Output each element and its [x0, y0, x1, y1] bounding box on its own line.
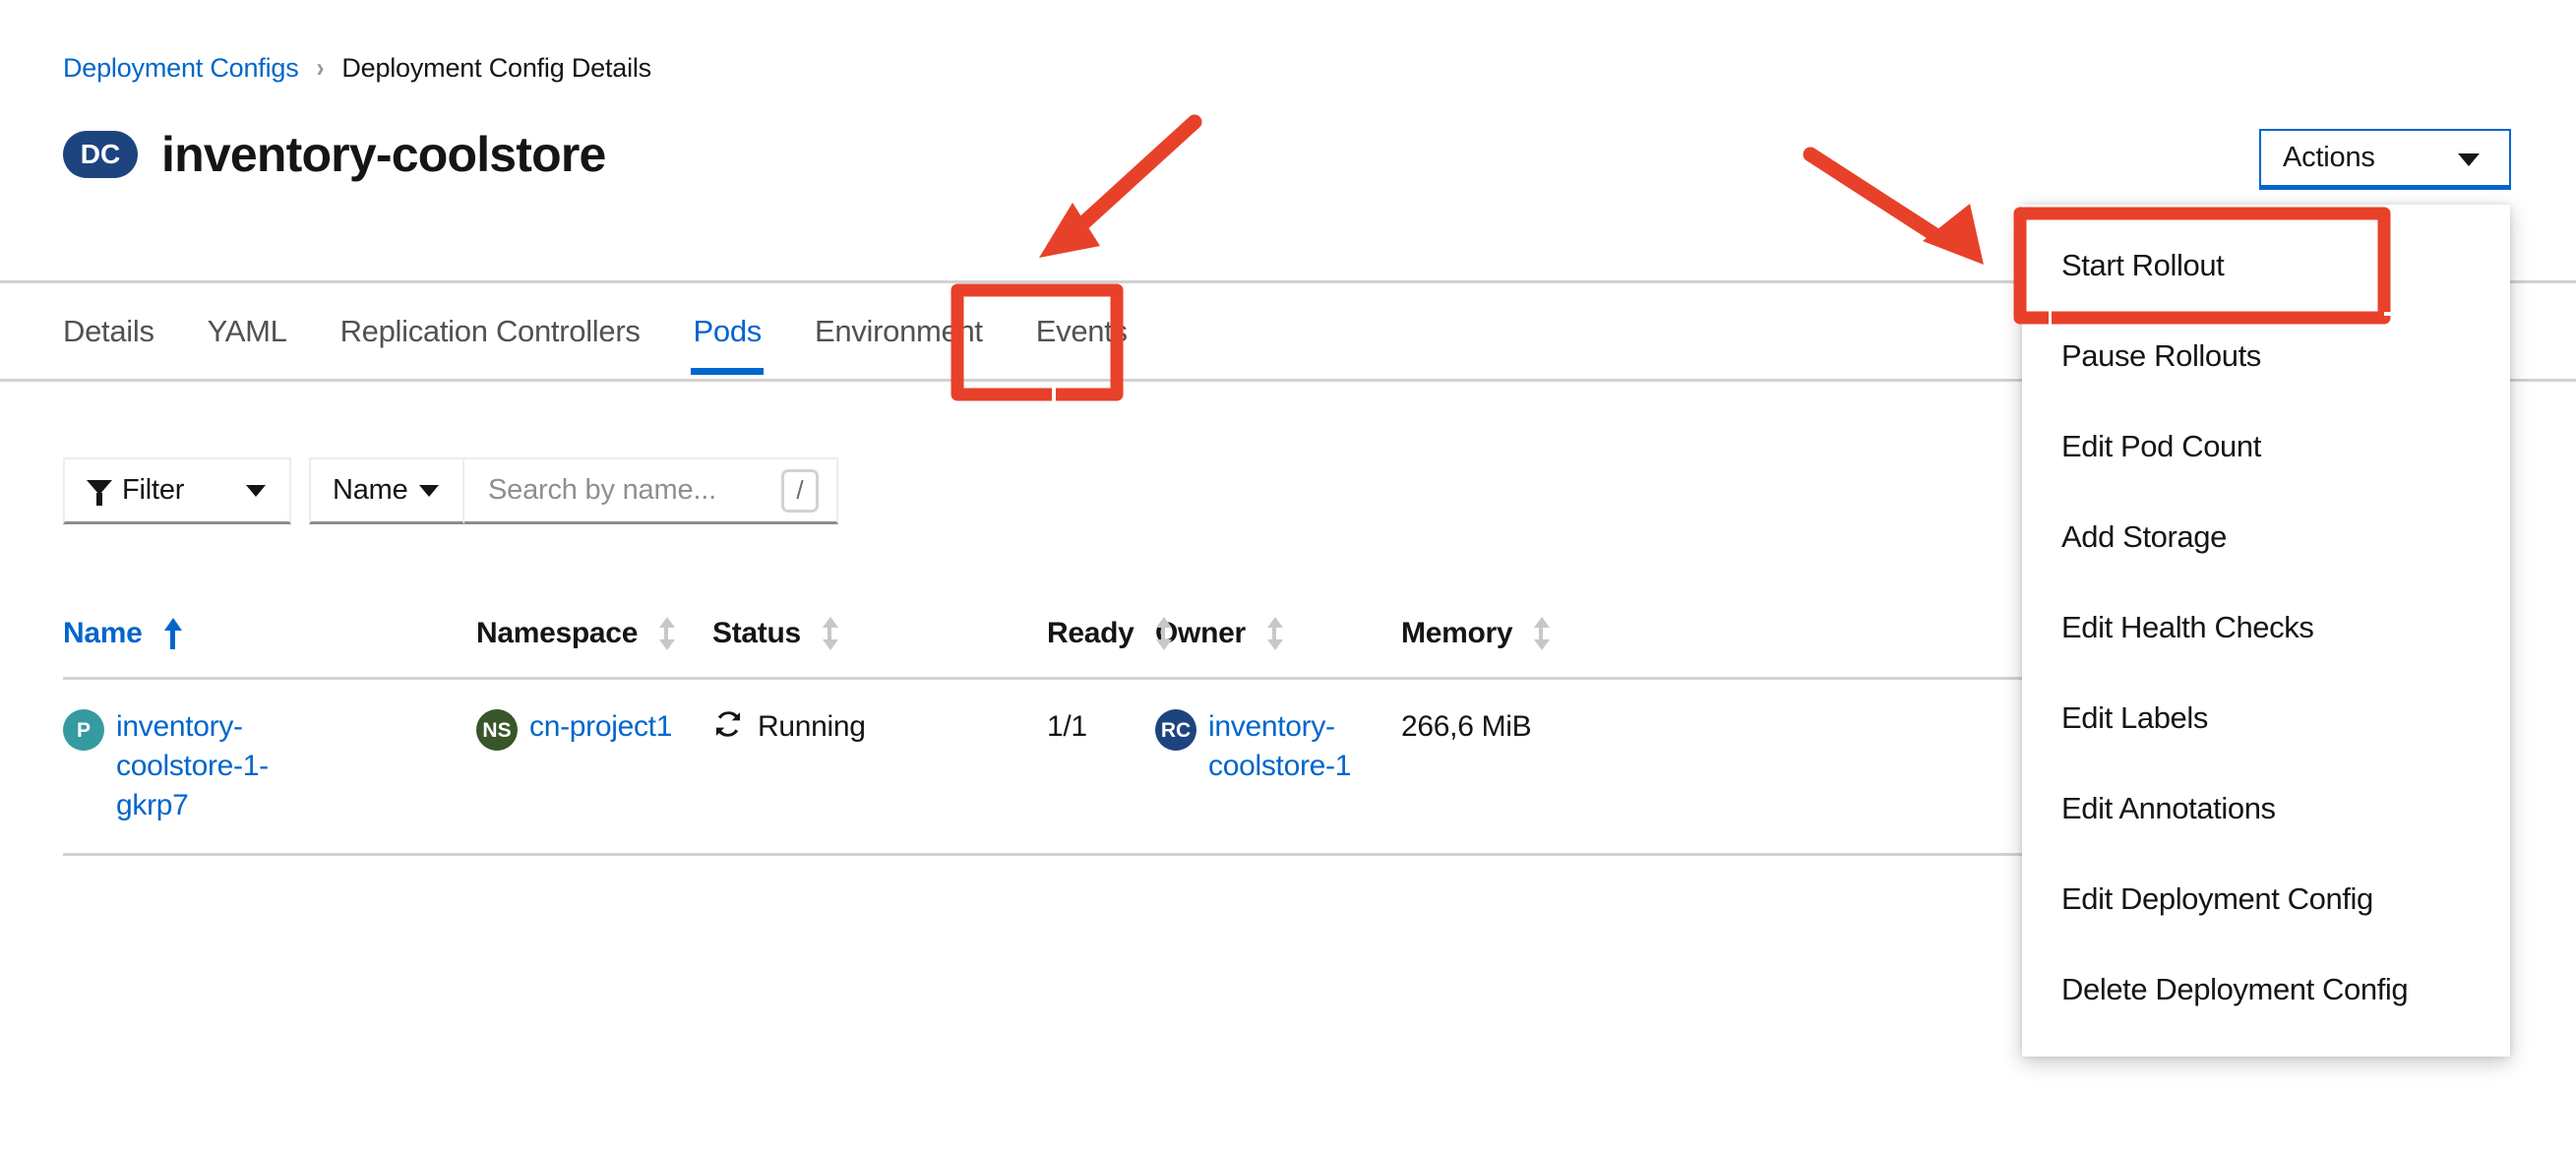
tab-environment[interactable]: Environment — [788, 283, 1010, 379]
menu-item-pause-rollouts[interactable]: Pause Rollouts — [2022, 311, 2510, 401]
actions-button[interactable]: Actions — [2259, 129, 2511, 190]
annotation-arrow-to-pods-tab — [1039, 114, 1202, 258]
owner-link[interactable]: inventory-coolstore-1 — [1208, 707, 1374, 786]
tab-label: YAML — [207, 313, 287, 348]
column-header-label: Ready — [1047, 617, 1135, 649]
tab-label: Events — [1035, 313, 1128, 348]
breadcrumb: Deployment Configs › Deployment Config D… — [63, 52, 651, 84]
sort-icon — [659, 617, 676, 650]
pod-badge: P — [63, 709, 104, 751]
column-header-namespace[interactable]: Namespace — [476, 617, 712, 650]
sort-icon — [822, 617, 838, 650]
column-header-memory[interactable]: Memory — [1401, 617, 1696, 650]
chevron-down-icon — [2458, 152, 2480, 166]
table-header-row: Name Namespace Status Ready Owner Memory — [63, 590, 2188, 680]
actions-dropdown-menu: Start Rollout Pause Rollouts Edit Pod Co… — [2022, 205, 2510, 1057]
namespace-badge: NS — [476, 709, 518, 751]
search-attribute-label: Name — [333, 474, 408, 506]
cell-memory: 266,6 MiB — [1401, 710, 1532, 743]
breadcrumb-separator-icon: › — [316, 52, 325, 84]
status-label: Running — [758, 710, 866, 743]
column-header-owner[interactable]: Owner — [1155, 617, 1401, 650]
cell-status: Running — [712, 707, 1047, 747]
pods-table: Name Namespace Status Ready Owner Memory — [63, 590, 2188, 856]
sort-ascending-icon — [163, 617, 182, 650]
breadcrumb-link-deployment-configs[interactable]: Deployment Configs — [63, 53, 299, 84]
menu-item-add-storage[interactable]: Add Storage — [2022, 492, 2510, 582]
chevron-down-icon — [419, 484, 439, 497]
sync-icon — [712, 708, 744, 740]
sort-icon — [1155, 617, 1172, 650]
chevron-down-icon — [246, 484, 266, 497]
menu-item-edit-deployment-config[interactable]: Edit Deployment Config — [2022, 854, 2510, 944]
list-toolbar: Filter Name / — [63, 457, 838, 524]
breadcrumb-current: Deployment Config Details — [341, 53, 651, 83]
column-header-ready[interactable]: Ready — [1047, 617, 1172, 650]
tab-replication-controllers[interactable]: Replication Controllers — [314, 283, 667, 379]
cell-ready: 1/1 — [1047, 710, 1087, 743]
replication-controller-badge: RC — [1155, 709, 1196, 751]
search-field-wrapper: / — [464, 457, 838, 524]
column-header-name[interactable]: Name — [63, 617, 476, 650]
menu-item-edit-health-checks[interactable]: Edit Health Checks — [2022, 582, 2510, 673]
table-row: P inventory-coolstore-1-gkrp7 NS cn-proj… — [63, 680, 2188, 856]
search-shortcut-badge[interactable]: / — [781, 468, 819, 513]
menu-item-edit-pod-count[interactable]: Edit Pod Count — [2022, 401, 2510, 492]
page-header: DC inventory-coolstore — [63, 126, 606, 183]
funnel-icon — [87, 478, 112, 506]
page-title: inventory-coolstore — [161, 127, 606, 182]
column-header-label: Name — [63, 617, 143, 649]
tab-label: Environment — [815, 313, 983, 348]
search-attribute-dropdown[interactable]: Name — [309, 457, 464, 524]
sort-icon — [1534, 617, 1551, 650]
menu-item-start-rollout[interactable]: Start Rollout — [2022, 220, 2510, 311]
namespace-link[interactable]: cn-project1 — [529, 707, 672, 747]
actions-button-label: Actions — [2283, 142, 2375, 173]
column-header-label: Namespace — [476, 617, 639, 649]
menu-item-edit-labels[interactable]: Edit Labels — [2022, 673, 2510, 763]
cell-name: P inventory-coolstore-1-gkrp7 — [63, 707, 476, 825]
search-input[interactable] — [486, 473, 756, 508]
tab-label: Pods — [693, 313, 763, 348]
tab-yaml[interactable]: YAML — [181, 283, 314, 379]
pod-name-link[interactable]: inventory-coolstore-1-gkrp7 — [116, 707, 281, 825]
search-group: Name / — [309, 457, 838, 524]
annotation-arrow-to-start-rollout — [1803, 147, 1984, 265]
filter-dropdown-label: Filter — [122, 474, 185, 506]
column-header-label: Memory — [1401, 617, 1513, 649]
deployment-config-badge: DC — [63, 131, 138, 178]
column-header-label: Status — [712, 617, 801, 649]
tab-pods[interactable]: Pods — [667, 283, 788, 379]
page-root: Deployment Configs › Deployment Config D… — [0, 0, 2576, 1151]
tab-label: Replication Controllers — [339, 313, 641, 348]
menu-item-edit-annotations[interactable]: Edit Annotations — [2022, 763, 2510, 854]
cell-namespace: NS cn-project1 — [476, 707, 712, 751]
sort-icon — [1266, 617, 1283, 650]
column-header-status[interactable]: Status — [712, 617, 1047, 650]
filter-dropdown[interactable]: Filter — [63, 457, 291, 524]
tab-details[interactable]: Details — [63, 283, 181, 379]
tab-events[interactable]: Events — [1010, 283, 1154, 379]
menu-item-delete-deployment-config[interactable]: Delete Deployment Config — [2022, 944, 2510, 1035]
tab-label: Details — [63, 313, 154, 348]
cell-owner: RC inventory-coolstore-1 — [1155, 707, 1401, 786]
